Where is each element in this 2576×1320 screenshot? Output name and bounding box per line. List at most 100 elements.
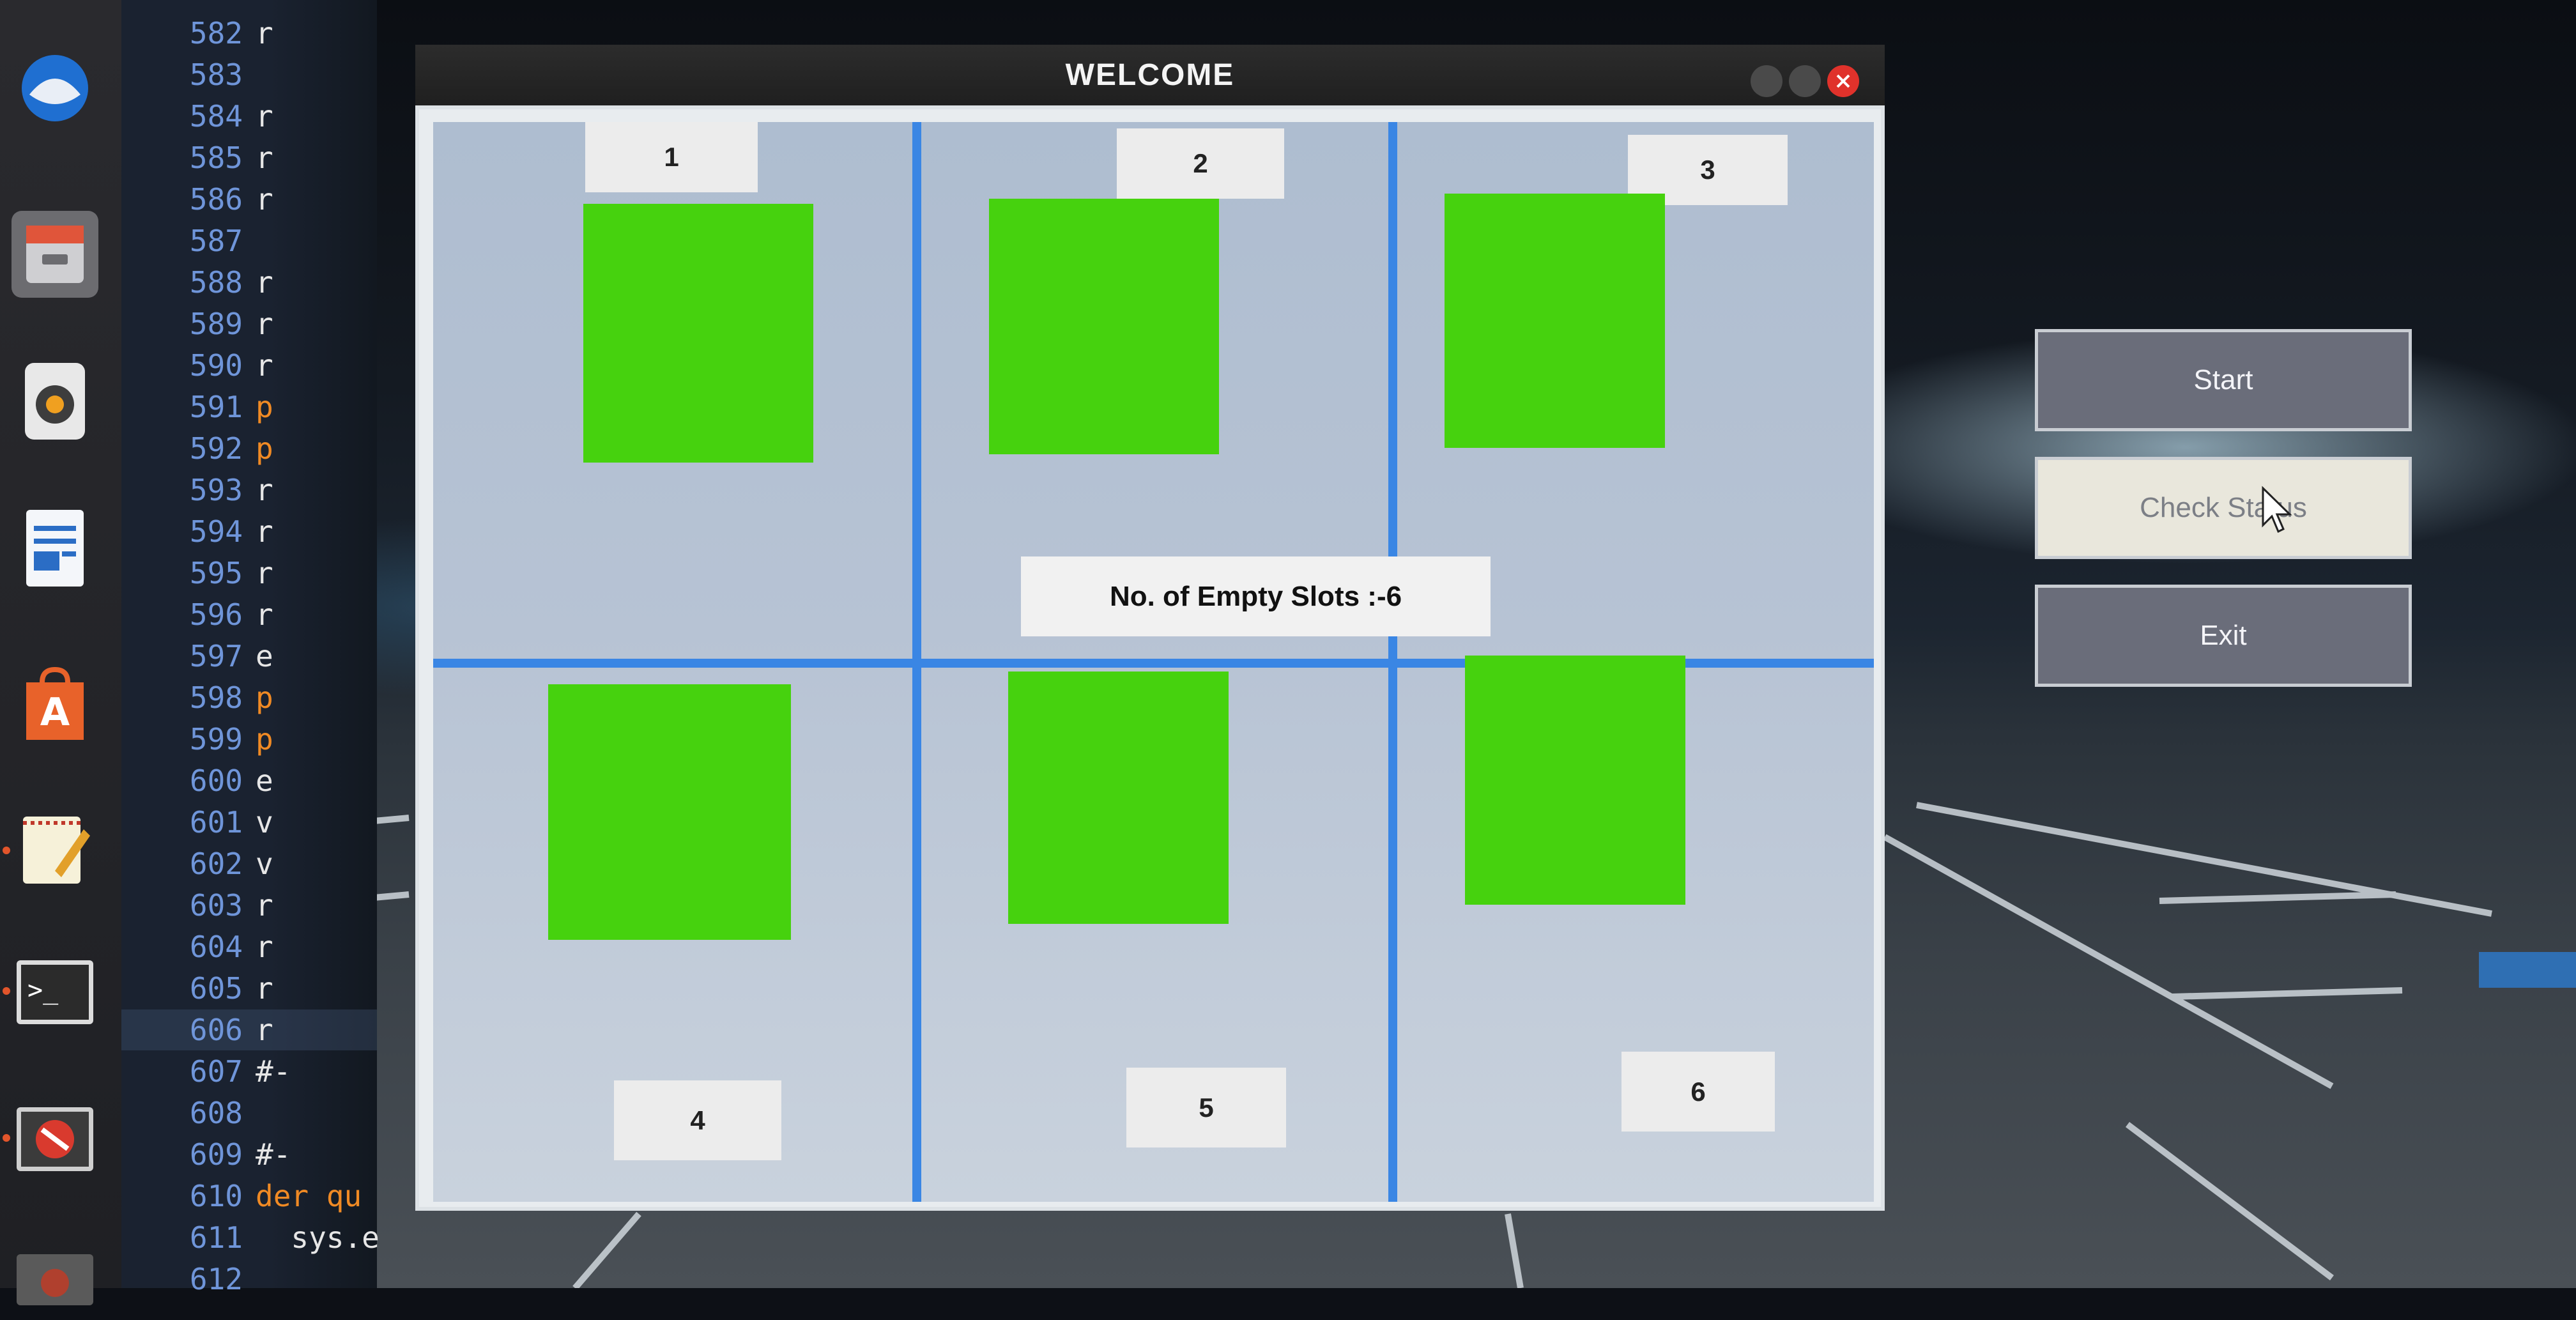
code-line[interactable]: 590 r bbox=[121, 345, 377, 386]
line-number: 603 bbox=[189, 888, 243, 923]
code-line[interactable]: 599 p bbox=[121, 719, 377, 760]
line-number: 591 bbox=[189, 390, 243, 424]
code-line[interactable]: 592 p bbox=[121, 428, 377, 469]
line-number: 597 bbox=[189, 639, 243, 673]
line-number: 589 bbox=[189, 307, 243, 341]
svg-text:>_: >_ bbox=[27, 976, 59, 1005]
minimize-button[interactable] bbox=[1751, 65, 1782, 97]
code-line[interactable]: 609 #- bbox=[121, 1134, 377, 1175]
line-code: #- bbox=[256, 1137, 291, 1172]
line-code: r bbox=[256, 99, 273, 134]
maximize-button[interactable] bbox=[1789, 65, 1821, 97]
line-number: 607 bbox=[189, 1054, 243, 1089]
slot-marker-3 bbox=[1445, 194, 1665, 448]
line-code: r bbox=[256, 1013, 273, 1047]
line-number: 609 bbox=[189, 1137, 243, 1172]
line-number: 586 bbox=[189, 182, 243, 217]
files-icon[interactable] bbox=[12, 211, 98, 298]
code-line[interactable]: 591 p bbox=[121, 387, 377, 427]
line-code: v bbox=[256, 805, 273, 840]
code-line[interactable]: 605 r bbox=[121, 968, 377, 1009]
code-line[interactable]: 585 r bbox=[121, 137, 377, 178]
code-line[interactable]: 582 r bbox=[121, 13, 377, 54]
line-number: 584 bbox=[189, 99, 243, 134]
app-icon[interactable] bbox=[12, 1233, 98, 1320]
window-titlebar[interactable]: WELCOME bbox=[415, 45, 1885, 112]
code-line[interactable]: 601 v bbox=[121, 802, 377, 843]
line-code: r bbox=[256, 16, 273, 50]
slot-label-1: 1 bbox=[585, 122, 758, 192]
line-number: 612 bbox=[189, 1262, 243, 1296]
empty-slots-count: No. of Empty Slots :-6 bbox=[1021, 556, 1491, 636]
code-line[interactable]: 596 r bbox=[121, 594, 377, 635]
close-button[interactable] bbox=[1827, 65, 1859, 97]
line-number: 598 bbox=[189, 680, 243, 715]
line-code: e bbox=[256, 764, 273, 798]
code-line[interactable]: 588 r bbox=[121, 262, 377, 303]
close-icon bbox=[1836, 74, 1850, 88]
code-line[interactable]: 583 bbox=[121, 54, 377, 95]
slot-marker-6 bbox=[1465, 656, 1685, 905]
text-editor-icon[interactable] bbox=[12, 805, 98, 892]
code-line[interactable]: 607 #- bbox=[121, 1051, 377, 1092]
line-number: 592 bbox=[189, 431, 243, 466]
line-number: 599 bbox=[189, 722, 243, 756]
code-line[interactable]: 603 r bbox=[121, 885, 377, 926]
window-title: WELCOME bbox=[1065, 58, 1235, 92]
line-code: p bbox=[256, 390, 273, 424]
terminal-icon[interactable]: >_ bbox=[12, 949, 98, 1036]
speaker-icon[interactable] bbox=[12, 358, 98, 445]
line-number: 582 bbox=[189, 16, 243, 50]
code-line[interactable]: 611 sys.e bbox=[121, 1217, 379, 1258]
start-button[interactable]: Start bbox=[2035, 329, 2412, 431]
exit-button[interactable]: Exit bbox=[2035, 585, 2412, 687]
line-code: r bbox=[256, 182, 273, 217]
code-line[interactable]: 610 der qu bbox=[121, 1176, 377, 1216]
code-line[interactable]: 593 r bbox=[121, 470, 377, 510]
code-line[interactable]: 589 r bbox=[121, 303, 377, 344]
slot-label-5: 5 bbox=[1126, 1068, 1286, 1147]
line-number: 590 bbox=[189, 348, 243, 383]
blocked-icon[interactable] bbox=[12, 1096, 98, 1183]
line-code: #- bbox=[256, 1054, 291, 1089]
running-indicator bbox=[3, 987, 10, 995]
code-line[interactable]: 600 e bbox=[121, 760, 377, 801]
slot-label-4: 4 bbox=[614, 1080, 781, 1160]
line-code: sys.e bbox=[256, 1220, 379, 1255]
line-number: 602 bbox=[189, 847, 243, 881]
code-line[interactable]: 608 bbox=[121, 1093, 377, 1133]
line-code: e bbox=[256, 639, 273, 673]
line-number: 600 bbox=[189, 764, 243, 798]
code-line[interactable]: 586 r bbox=[121, 179, 377, 220]
code-line[interactable]: 594 r bbox=[121, 511, 377, 552]
line-number: 588 bbox=[189, 265, 243, 300]
mouse-cursor-icon bbox=[2262, 486, 2292, 533]
camera-feed: 1 2 3 4 5 6 No. of Empty Slots :-6 bbox=[433, 122, 1874, 1202]
code-line[interactable]: 598 p bbox=[121, 677, 377, 718]
software-center-icon[interactable]: A bbox=[12, 661, 98, 748]
line-code: r bbox=[256, 265, 273, 300]
slot-marker-1 bbox=[583, 204, 813, 463]
thunderbird-icon[interactable] bbox=[12, 45, 98, 132]
line-number: 587 bbox=[189, 224, 243, 258]
line-code: r bbox=[256, 514, 273, 549]
check-status-button[interactable]: Check Status bbox=[2035, 457, 2412, 559]
code-line[interactable]: 612 bbox=[121, 1259, 377, 1300]
code-line[interactable]: 597 e bbox=[121, 636, 377, 677]
running-indicator bbox=[3, 1134, 10, 1142]
line-code: p bbox=[256, 680, 273, 715]
code-line[interactable]: 602 v bbox=[121, 843, 377, 884]
code-line[interactable]: 604 r bbox=[121, 926, 377, 967]
code-line[interactable]: 584 r bbox=[121, 96, 377, 137]
line-code: p bbox=[256, 722, 273, 756]
line-number: 601 bbox=[189, 805, 243, 840]
code-line[interactable]: 595 r bbox=[121, 553, 377, 594]
line-code: r bbox=[256, 348, 273, 383]
writer-icon[interactable] bbox=[12, 505, 98, 592]
line-number: 605 bbox=[189, 971, 243, 1006]
code-editor[interactable]: 582 r 583 584 r 585 r 586 r 587 588 r 589 r 590 r 591 p 59… bbox=[121, 0, 379, 1296]
line-code: p bbox=[256, 431, 273, 466]
code-line[interactable]: 587 bbox=[121, 220, 377, 261]
code-line[interactable]: 606 r bbox=[121, 1009, 377, 1050]
line-number: 604 bbox=[189, 930, 243, 964]
